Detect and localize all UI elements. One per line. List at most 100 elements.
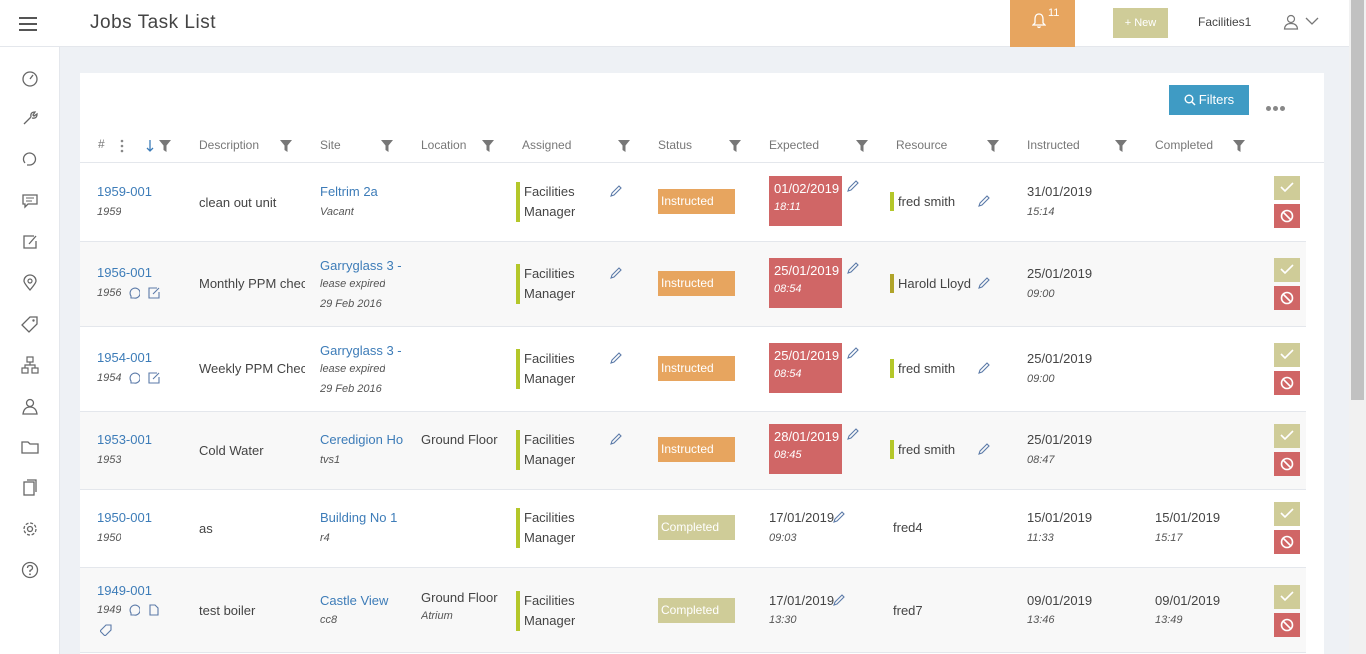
chat-icon[interactable] bbox=[21, 192, 39, 210]
job-number-link[interactable]: 1959-001 bbox=[97, 184, 152, 199]
sort-down-icon[interactable] bbox=[146, 140, 154, 152]
column-site[interactable]: Site bbox=[320, 138, 341, 152]
filter-location-icon[interactable] bbox=[482, 140, 494, 152]
cancel-button[interactable] bbox=[1274, 530, 1300, 554]
refresh-icon[interactable] bbox=[21, 150, 39, 168]
edit-expected-icon[interactable] bbox=[833, 511, 845, 523]
job-sub-number[interactable]: 1959 bbox=[97, 206, 121, 218]
job-number-link[interactable]: 1953-001 bbox=[97, 432, 152, 447]
cancel-button[interactable] bbox=[1274, 452, 1300, 476]
filter-expected-icon[interactable] bbox=[856, 140, 868, 152]
column-number[interactable]: # bbox=[98, 137, 105, 151]
filter-description-icon[interactable] bbox=[280, 140, 292, 152]
site-link[interactable]: Feltrim 2a bbox=[320, 184, 405, 199]
menu-icon[interactable] bbox=[19, 17, 37, 31]
complete-button[interactable] bbox=[1274, 585, 1300, 609]
job-sub-number[interactable]: 1954 bbox=[97, 372, 121, 384]
comment-icon[interactable] bbox=[128, 287, 140, 299]
complete-button[interactable] bbox=[1274, 343, 1300, 367]
cancel-button[interactable] bbox=[1274, 371, 1300, 395]
wrench-icon[interactable] bbox=[21, 109, 39, 127]
site-link[interactable]: Building No 1 bbox=[320, 510, 405, 525]
complete-button[interactable] bbox=[1274, 502, 1300, 526]
job-number-link[interactable]: 1949-001 bbox=[97, 583, 152, 598]
edit-assigned-icon[interactable] bbox=[610, 185, 622, 197]
job-number-link[interactable]: 1954-001 bbox=[97, 350, 152, 365]
site-link[interactable]: Garryglass 3 - I bbox=[320, 258, 405, 273]
edit-expected-icon[interactable] bbox=[847, 262, 859, 274]
table-row[interactable]: 1954-001 1954 Weekly PPM Chec Garryglass… bbox=[80, 327, 1306, 412]
user-icon[interactable] bbox=[1283, 14, 1299, 30]
column-description[interactable]: Description bbox=[199, 138, 259, 152]
filter-status-icon[interactable] bbox=[729, 140, 741, 152]
users-icon[interactable] bbox=[21, 397, 39, 415]
note-icon[interactable] bbox=[148, 287, 160, 299]
cancel-button[interactable] bbox=[1274, 286, 1300, 310]
filter-instructed-icon[interactable] bbox=[1115, 140, 1127, 152]
filter-completed-icon[interactable] bbox=[1233, 140, 1245, 152]
note-icon[interactable] bbox=[148, 372, 160, 384]
help-icon[interactable] bbox=[21, 561, 39, 579]
column-status[interactable]: Status bbox=[658, 138, 692, 152]
site-link[interactable]: Castle View bbox=[320, 593, 405, 608]
filter-site-icon[interactable] bbox=[381, 140, 393, 152]
settings-icon[interactable] bbox=[21, 520, 39, 538]
edit-expected-icon[interactable] bbox=[847, 428, 859, 440]
edit-assigned-icon[interactable] bbox=[610, 267, 622, 279]
complete-button[interactable] bbox=[1274, 424, 1300, 448]
job-number-link[interactable]: 1950-001 bbox=[97, 510, 152, 525]
site-link[interactable]: Ceredigion Ho bbox=[320, 432, 405, 447]
new-button[interactable]: + New bbox=[1113, 8, 1168, 38]
site-link[interactable]: Garryglass 3 - I bbox=[320, 343, 405, 358]
edit-expected-icon[interactable] bbox=[833, 594, 845, 606]
job-sub-number[interactable]: 1956 bbox=[97, 287, 121, 299]
folder-icon[interactable] bbox=[21, 438, 39, 456]
table-row[interactable]: 1950-001 1950 as Building No 1 r4 Facili… bbox=[80, 490, 1306, 568]
column-assigned[interactable]: Assigned bbox=[522, 138, 571, 152]
complete-button[interactable] bbox=[1274, 258, 1300, 282]
job-sub-number[interactable]: 1949 bbox=[97, 604, 121, 616]
filters-button[interactable]: Filters bbox=[1169, 85, 1249, 115]
column-expected[interactable]: Expected bbox=[769, 138, 819, 152]
column-location[interactable]: Location bbox=[421, 138, 466, 152]
column-resource[interactable]: Resource bbox=[896, 138, 947, 152]
column-menu-icon[interactable] bbox=[120, 139, 124, 153]
tag-icon[interactable] bbox=[100, 624, 112, 636]
cancel-button[interactable] bbox=[1274, 204, 1300, 228]
edit-assigned-icon[interactable] bbox=[610, 352, 622, 364]
documents-icon[interactable] bbox=[21, 479, 39, 497]
edit-resource-icon[interactable] bbox=[978, 195, 990, 207]
edit-expected-icon[interactable] bbox=[847, 180, 859, 192]
table-row[interactable]: 1959-001 1959 clean out unit Feltrim 2a … bbox=[80, 164, 1306, 242]
job-sub-number[interactable]: 1950 bbox=[97, 532, 121, 544]
column-instructed[interactable]: Instructed bbox=[1027, 138, 1080, 152]
table-row[interactable]: 1949-001 1949 test boiler Castle View cc… bbox=[80, 568, 1306, 653]
dashboard-icon[interactable] bbox=[21, 69, 39, 87]
comment-icon[interactable] bbox=[128, 372, 140, 384]
edit-assigned-icon[interactable] bbox=[610, 433, 622, 445]
table-row[interactable]: 1953-001 1953 Cold Water Ceredigion Ho t… bbox=[80, 412, 1306, 490]
edit-resource-icon[interactable] bbox=[978, 362, 990, 374]
edit-icon[interactable] bbox=[21, 233, 39, 251]
edit-expected-icon[interactable] bbox=[847, 347, 859, 359]
notifications-button[interactable]: 11 bbox=[1010, 0, 1075, 47]
hierarchy-icon[interactable] bbox=[21, 356, 39, 374]
column-completed[interactable]: Completed bbox=[1155, 138, 1213, 152]
location-icon[interactable] bbox=[21, 274, 39, 292]
filter-assigned-icon[interactable] bbox=[618, 140, 630, 152]
comment-icon[interactable] bbox=[128, 604, 140, 616]
filter-resource-icon[interactable] bbox=[987, 140, 999, 152]
document-icon[interactable] bbox=[148, 604, 160, 616]
table-row[interactable]: 1956-001 1956 Monthly PPM chec Garryglas… bbox=[80, 242, 1306, 327]
edit-resource-icon[interactable] bbox=[978, 277, 990, 289]
more-options-icon[interactable] bbox=[1266, 99, 1287, 114]
tag-icon[interactable] bbox=[21, 315, 39, 333]
filter-number-icon[interactable] bbox=[159, 140, 171, 152]
cancel-button[interactable] bbox=[1274, 613, 1300, 637]
edit-resource-icon[interactable] bbox=[978, 443, 990, 455]
job-number-link[interactable]: 1956-001 bbox=[97, 265, 152, 280]
job-sub-number[interactable]: 1953 bbox=[97, 454, 121, 466]
chevron-down-icon[interactable] bbox=[1305, 17, 1319, 26]
user-name[interactable]: Facilities1 bbox=[1198, 15, 1251, 29]
window-scrollbar-thumb[interactable] bbox=[1351, 0, 1364, 400]
